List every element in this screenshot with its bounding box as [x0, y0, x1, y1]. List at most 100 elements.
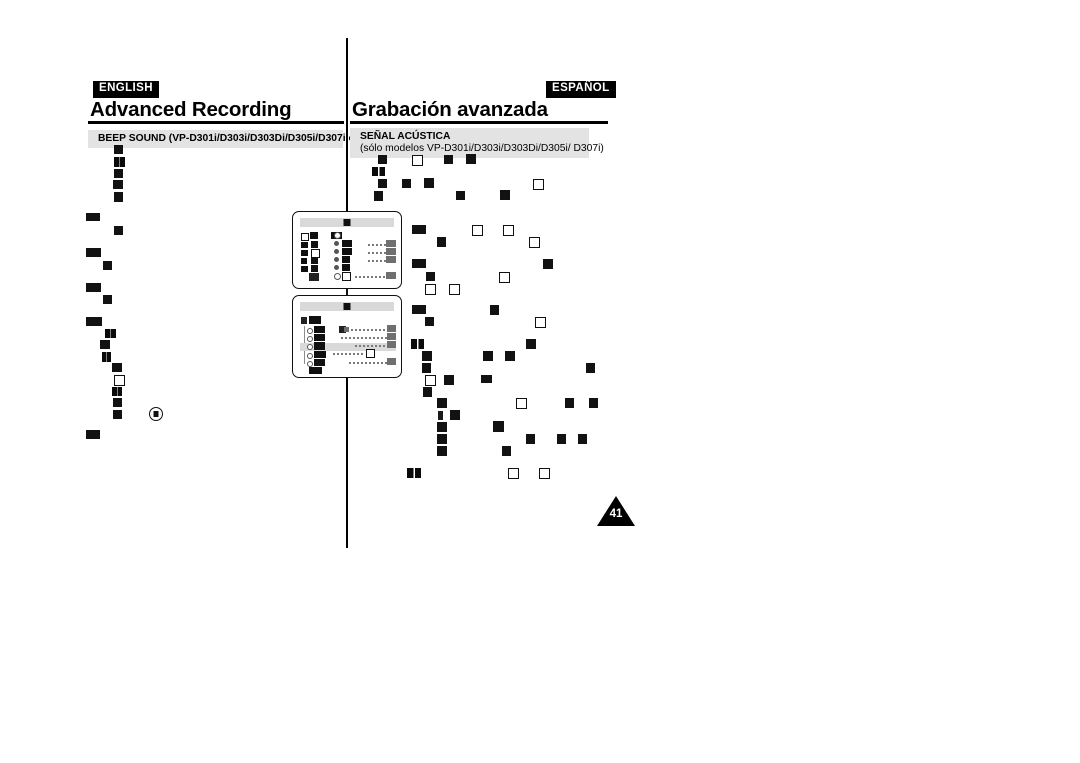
- page-number: 41: [609, 508, 623, 520]
- glyph-block: [103, 295, 112, 304]
- section-heading-spanish-line1: SEÑAL ACÚSTICA: [360, 131, 451, 142]
- glyph-block: [437, 237, 446, 247]
- lcd-value-chip: [366, 349, 375, 358]
- glyph-block: [444, 155, 453, 164]
- glyph-block: [490, 305, 499, 315]
- glyph-block: [539, 468, 550, 479]
- glyph-block: [425, 375, 436, 386]
- lcd-row-glyph: [311, 265, 318, 272]
- glyph-block: [412, 259, 426, 268]
- glyph-block: [105, 329, 116, 338]
- lcd-leader-dash: [349, 362, 387, 364]
- page-number-badge: 41: [597, 496, 635, 526]
- lcd-row-glyph: [301, 266, 308, 272]
- lcd-leader-dash: [355, 345, 387, 347]
- lcd-leader-dash: [355, 276, 386, 278]
- lcd-radio: [307, 328, 313, 334]
- lcd-value-chip: [386, 240, 396, 247]
- lcd-value-chip: [386, 256, 396, 263]
- glyph-block: [500, 190, 510, 200]
- lcd-row-glyph: [342, 264, 350, 271]
- glyph-block: [378, 155, 387, 164]
- glyph-block: [86, 430, 100, 439]
- title-rule-spanish: [350, 121, 608, 124]
- language-tag-english: ENGLISH: [93, 81, 159, 98]
- glyph-block: [114, 169, 123, 178]
- lcd-value-chip: [386, 272, 396, 279]
- lcd-row-glyph: [314, 326, 325, 333]
- glyph-block: [543, 259, 553, 269]
- glyph-block: [374, 191, 383, 201]
- glyph-block: [86, 283, 101, 292]
- glyph-block: [100, 340, 110, 349]
- glyph-block: [438, 411, 443, 420]
- glyph-block: [112, 363, 122, 372]
- lcd-title-glyph: [343, 303, 351, 310]
- glyph-block: [456, 191, 465, 200]
- glyph-block: [113, 398, 122, 407]
- lcd-radio: [334, 265, 339, 270]
- glyph-block: [437, 398, 447, 408]
- lcd-menu-figure-bottom: [292, 295, 402, 378]
- chapter-title-spanish: Grabación avanzada: [352, 98, 548, 121]
- glyph-block: [557, 434, 566, 444]
- lcd-row-glyph: [342, 272, 351, 281]
- glyph-block: [113, 410, 122, 419]
- glyph-block: [114, 375, 125, 386]
- lcd-marker: [344, 327, 349, 332]
- lcd-leader-dash: [333, 353, 365, 355]
- lcd-leader-dash: [368, 244, 386, 246]
- glyph-block: [505, 351, 515, 361]
- glyph-block: [508, 468, 519, 479]
- lcd-radio: [334, 249, 339, 254]
- glyph-block: [526, 339, 536, 349]
- glyph-block: [589, 398, 598, 408]
- glyph-block: [502, 446, 511, 456]
- glyph-block: [516, 398, 527, 409]
- lcd-leader-dash: [351, 329, 387, 331]
- glyph-block: [423, 387, 432, 397]
- lcd-radio-selected: [307, 344, 313, 350]
- glyph-block: [402, 179, 411, 188]
- lcd-radio-selected: [334, 241, 339, 246]
- glyph-block: [114, 226, 123, 235]
- title-rule-english: [88, 121, 344, 124]
- lcd-title-glyph: [343, 219, 351, 226]
- lcd-radio: [334, 232, 341, 239]
- lcd-value-chip: [387, 341, 396, 348]
- lcd-row-glyph: [342, 248, 352, 255]
- glyph-block: [422, 351, 432, 361]
- glyph-block: [425, 284, 436, 295]
- lcd-row-glyph: [314, 351, 326, 358]
- lcd-radio: [334, 273, 341, 280]
- glyph-block: [425, 317, 434, 326]
- lcd-radio: [334, 257, 339, 262]
- glyph-block: [437, 434, 447, 444]
- language-tag-spanish: ESPAÑOL: [546, 81, 616, 98]
- lcd-row-glyph: [314, 342, 325, 350]
- glyph-block: [466, 154, 476, 164]
- lcd-value-chip: [387, 333, 396, 340]
- glyph-block: [450, 410, 460, 420]
- lcd-radio: [307, 336, 313, 342]
- lcd-row-glyph: [311, 241, 318, 248]
- lcd-row-glyph: [311, 257, 318, 264]
- glyph-block: [499, 272, 510, 283]
- glyph-block: [378, 179, 387, 188]
- glyph-block: [407, 468, 421, 478]
- section-heading-english: BEEP SOUND (VP-D301i/D303i/D303Di/D305i/…: [88, 130, 373, 148]
- glyph-block: [437, 446, 447, 456]
- glyph-block: [86, 248, 101, 257]
- glyph-block: [586, 363, 595, 373]
- glyph-block: [412, 155, 423, 166]
- lcd-row-glyph: [314, 334, 325, 341]
- lcd-row-glyph: [342, 256, 350, 263]
- lcd-back-icon: [301, 317, 307, 324]
- glyph-block: [113, 180, 123, 189]
- glyph-block: [412, 225, 426, 234]
- lcd-row-glyph: [309, 316, 321, 324]
- lcd-leader-dash: [368, 252, 386, 254]
- glyph-block: [422, 363, 431, 373]
- glyph-block: [114, 192, 123, 202]
- glyph-block: [444, 375, 454, 385]
